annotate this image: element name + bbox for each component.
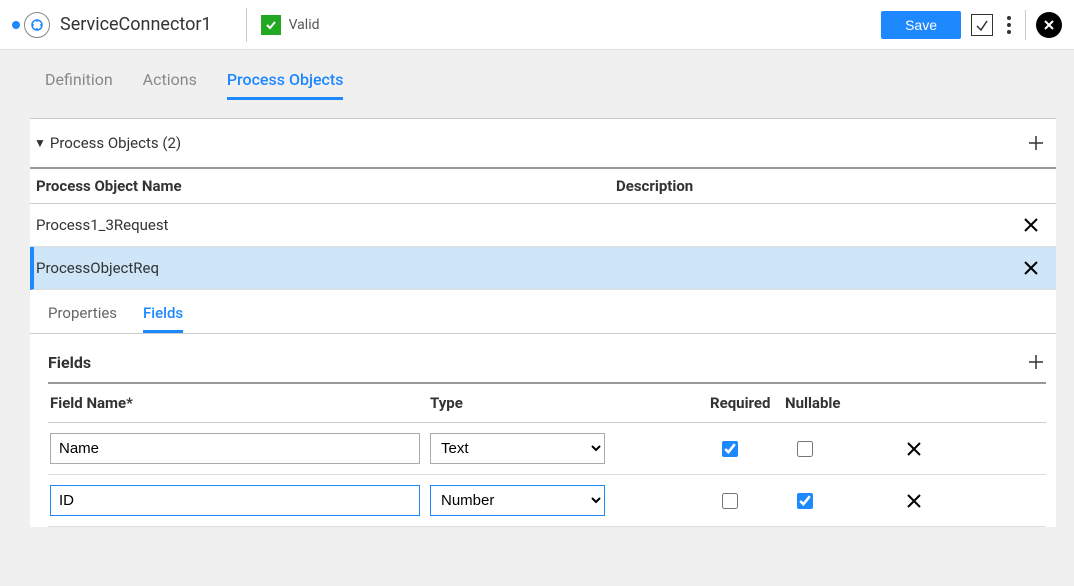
delete-row-icon[interactable] (1022, 259, 1050, 277)
fields-table: Field Name* Type Required Nullable Text (48, 384, 1046, 527)
tab-definition[interactable]: Definition (45, 70, 113, 100)
required-checkbox[interactable] (722, 441, 738, 457)
field-row: Number (48, 475, 1046, 527)
more-options-icon[interactable] (1003, 16, 1015, 34)
tab-properties[interactable]: Properties (48, 304, 117, 333)
header-actions: Save (881, 10, 1062, 40)
page-title: ServiceConnector1 (60, 14, 212, 35)
fields-table-header: Field Name* Type Required Nullable (48, 384, 1046, 423)
valid-check-icon (261, 15, 281, 35)
panel-title: Process Objects (2) (50, 134, 181, 152)
header-divider-2 (1025, 10, 1026, 40)
col-field-name: Field Name* (50, 394, 430, 412)
field-name-input[interactable] (50, 433, 420, 464)
tab-actions[interactable]: Actions (143, 70, 197, 100)
required-checkbox[interactable] (722, 493, 738, 509)
nullable-checkbox[interactable] (797, 493, 813, 509)
header-divider (246, 8, 247, 42)
table-row[interactable]: ProcessObjectReq (30, 247, 1056, 290)
nullable-checkbox[interactable] (797, 441, 813, 457)
col-nullable: Nullable (785, 394, 905, 412)
validate-icon[interactable] (971, 14, 993, 36)
save-button[interactable]: Save (881, 11, 961, 39)
row-name: ProcessObjectReq (36, 259, 616, 277)
close-icon[interactable] (1036, 12, 1062, 38)
tab-fields[interactable]: Fields (143, 304, 183, 333)
delete-field-icon[interactable] (905, 440, 1014, 458)
connector-icon (24, 12, 50, 38)
col-field-type: Type (430, 394, 710, 412)
tab-process-objects[interactable]: Process Objects (227, 70, 344, 100)
process-objects-panel: ▼ Process Objects (2) Process Object Nam… (30, 118, 1056, 527)
row-name: Process1_3Request (36, 216, 616, 234)
modified-dot-icon (12, 21, 20, 29)
table-row[interactable]: Process1_3Request (30, 204, 1056, 247)
expand-toggle-icon[interactable]: ▼ (34, 136, 46, 150)
add-field-icon[interactable] (1026, 352, 1046, 372)
fields-header: Fields (48, 352, 1046, 384)
sub-tabs: Properties Fields (30, 290, 1056, 334)
process-objects-table: Process Object Name Description Process1… (30, 169, 1056, 290)
col-actions (905, 394, 1044, 412)
field-name-input[interactable] (50, 485, 420, 516)
field-type-select[interactable]: Text (430, 433, 605, 464)
col-name-header: Process Object Name (36, 177, 616, 195)
valid-status-label: Valid (289, 17, 320, 33)
col-desc-header: Description (616, 177, 1050, 195)
col-required: Required (710, 394, 785, 412)
delete-row-icon[interactable] (1022, 216, 1050, 234)
fields-section: Fields Field Name* Type Required Nullabl… (30, 334, 1056, 527)
add-process-object-icon[interactable] (1026, 133, 1046, 153)
field-row: Text (48, 423, 1046, 475)
delete-field-icon[interactable] (905, 492, 1014, 510)
fields-title: Fields (48, 353, 91, 372)
panel-header: ▼ Process Objects (2) (30, 119, 1056, 169)
top-tabs: Definition Actions Process Objects (30, 70, 1056, 100)
table-header: Process Object Name Description (30, 169, 1056, 204)
header-bar: ServiceConnector1 Valid Save (0, 0, 1074, 50)
field-type-select[interactable]: Number (430, 485, 605, 516)
